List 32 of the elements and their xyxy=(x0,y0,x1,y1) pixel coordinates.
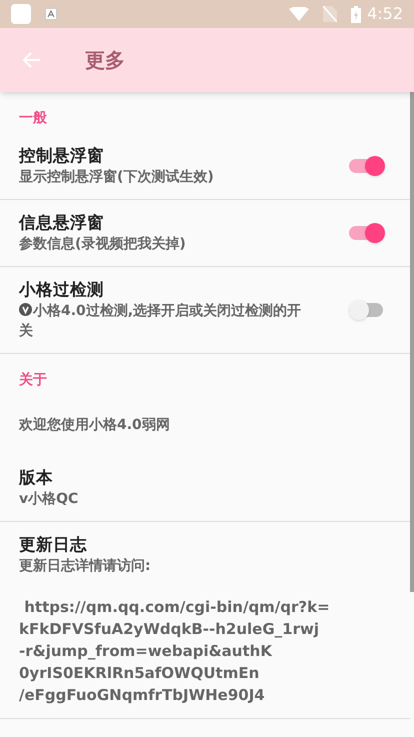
row-subtitle: 小格4.0过检测,选择开启或关闭过检测的开关 xyxy=(19,302,302,341)
notification-icon xyxy=(45,8,57,20)
section-header: 关于 xyxy=(18,371,48,390)
settings-row[interactable]: 信息悬浮窗 参数信息(录视频把我关掉) xyxy=(0,200,410,267)
settings-row[interactable]: 版本 v小格QC xyxy=(0,455,410,522)
row-subtitle: 参数信息(录视频把我关掉) xyxy=(19,235,187,254)
row-title: 小格过检测 xyxy=(19,279,105,301)
battery-charging-icon xyxy=(351,6,362,22)
app-icon xyxy=(11,4,31,24)
settings-row[interactable]: 小格过检测 小格4.0过检测,选择开启或关闭过检测的开关 xyxy=(0,267,410,354)
row-title: 控制悬浮窗 xyxy=(19,145,105,167)
back-arrow-icon[interactable] xyxy=(23,52,41,68)
wifi-icon xyxy=(289,7,310,21)
link-text: https://qm.qq.com/cgi-bin/qm/qr?k= kFkDFVSfuA2yWdqkB--h2uleG_1rwj -r&jump_from=webapi&authK 0yrIS0EKRlRn5afOWQUtmEn /eFggFuoGNqmfrTbJWHe90J4 xyxy=(19,597,331,706)
no-sim-icon xyxy=(323,6,338,22)
row-subtitle: 更新日志详情请访问: xyxy=(19,556,152,576)
section-header: 一般 xyxy=(18,109,48,128)
toggle-switch[interactable] xyxy=(349,155,385,177)
toggle-switch[interactable] xyxy=(349,299,385,321)
settings-row[interactable]: 控制悬浮窗 显示控制悬浮窗(下次测试生效) xyxy=(0,133,410,200)
clock: 4:52 xyxy=(367,3,403,25)
settings-row[interactable]: 更新日志 更新日志详情请访问: https://qm.qq.com/cgi-bin/qm/qr?k= kFkDFVSfuA2yWdqkB--h2uleG_1rwj -r&jump_from=webapi&authK 0yrIS0EKRlRn5afOWQUtmEn /eFggFuoGNqmfrTbJWHe90J4 xyxy=(0,522,410,719)
settings-row[interactable]: 欢迎您使用小格4.0弱网 xyxy=(0,395,410,455)
row-subtitle: 显示控制悬浮窗(下次测试生效) xyxy=(19,168,215,187)
row-subtitle: v小格QC xyxy=(19,490,80,509)
row-title: 信息悬浮窗 xyxy=(19,212,105,234)
scrollbar-thumb[interactable] xyxy=(410,92,414,592)
toggle-switch[interactable] xyxy=(349,222,385,244)
row-subtitle: 欢迎您使用小格4.0弱网 xyxy=(19,416,171,435)
page-title: 更多 xyxy=(85,47,125,74)
row-title: 更新日志 xyxy=(19,534,88,556)
row-title: 版本 xyxy=(19,467,54,489)
